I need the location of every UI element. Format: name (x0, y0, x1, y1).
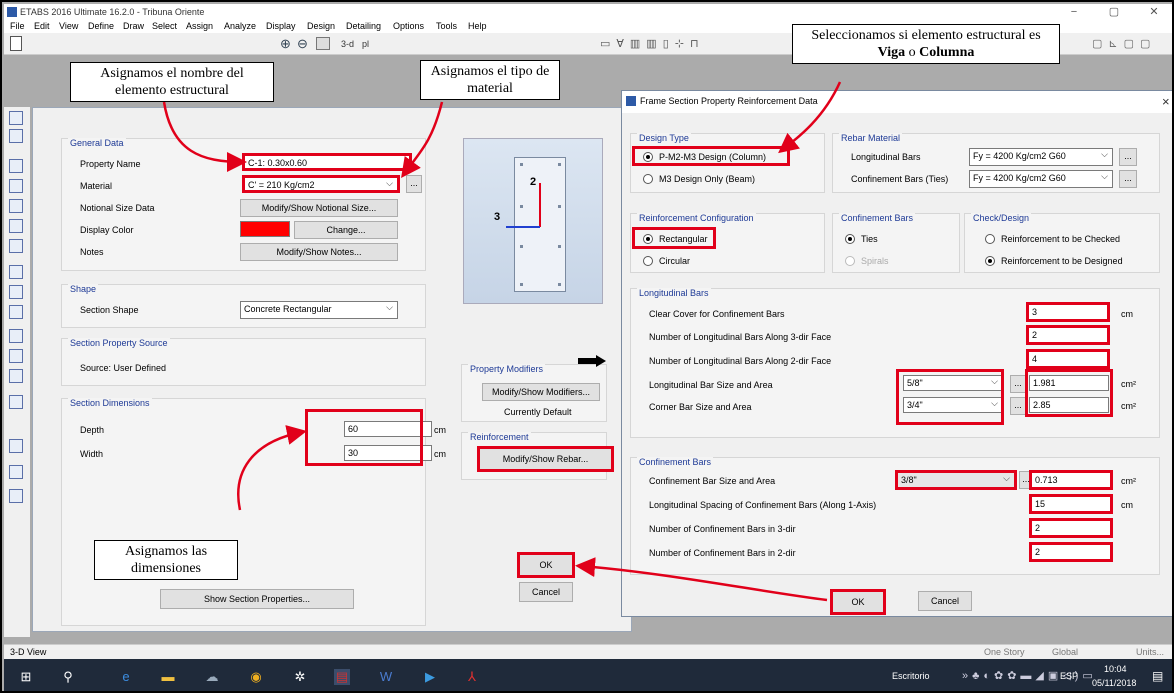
status-global[interactable]: Global (1052, 647, 1078, 657)
clock-date[interactable]: 05/11/2018 (1092, 678, 1136, 688)
callout-type-viga: Viga (877, 45, 906, 60)
language-indicator[interactable]: ESP (1060, 671, 1078, 681)
name-callout-arrow (162, 101, 247, 172)
callout-material: Asignamos el tipo de material (420, 60, 560, 100)
etabs-icon[interactable]: ▤ (334, 669, 350, 685)
file-explorer-icon[interactable]: ▬ (160, 669, 176, 685)
callout-type-columna: Columna (919, 45, 975, 60)
windows-start-icon[interactable]: ⊞ (18, 669, 34, 685)
callout-type-text: Seleccionamos si elemento estructural es (811, 28, 1041, 43)
notifications-icon[interactable]: ▤ (1152, 669, 1163, 683)
edge-icon[interactable]: e (118, 669, 134, 685)
app-icon[interactable]: ☁ (204, 669, 220, 685)
type-callout-arrow (778, 81, 842, 154)
search-icon[interactable]: ⚲ (60, 669, 76, 685)
windows-taskbar: ⊞ ⚲ e ▬ ☁ ◉ ✲ ▤ W ▶ ⅄ Escritorio »♣◐✿✿▬◢… (4, 659, 1172, 691)
status-units[interactable]: Units... (1136, 647, 1164, 657)
screenshot-frame: ETABS 2016 Ultimate 16.2.0 - Tribuna Ori… (0, 0, 1174, 693)
callout-element-type: Seleccionamos si elemento estructural es… (792, 24, 1060, 64)
ok-link-arrow (575, 557, 828, 602)
settings-icon[interactable]: ✲ (292, 669, 308, 685)
desktop-toolbar[interactable]: Escritorio (892, 671, 930, 681)
clock-time[interactable]: 10:04 (1104, 664, 1127, 674)
media-icon[interactable]: ▶ (422, 669, 438, 685)
dims-callout-arrow (237, 425, 307, 511)
material-callout-arrow (401, 101, 444, 179)
callout-type-or: o (905, 45, 920, 60)
word-icon[interactable]: W (378, 669, 394, 685)
callout-dimensions: Asignamos las dimensiones (94, 540, 238, 580)
acrobat-icon[interactable]: ⅄ (464, 669, 480, 685)
status-bar: 3-D View One Story Global Units... (4, 644, 1172, 659)
status-view: 3-D View (10, 647, 47, 657)
annotation-arrows (162, 81, 842, 602)
callout-name: Asignamos el nombre del elemento estruct… (70, 62, 274, 102)
chrome-icon[interactable]: ◉ (248, 669, 264, 685)
status-story[interactable]: One Story (984, 647, 1025, 657)
